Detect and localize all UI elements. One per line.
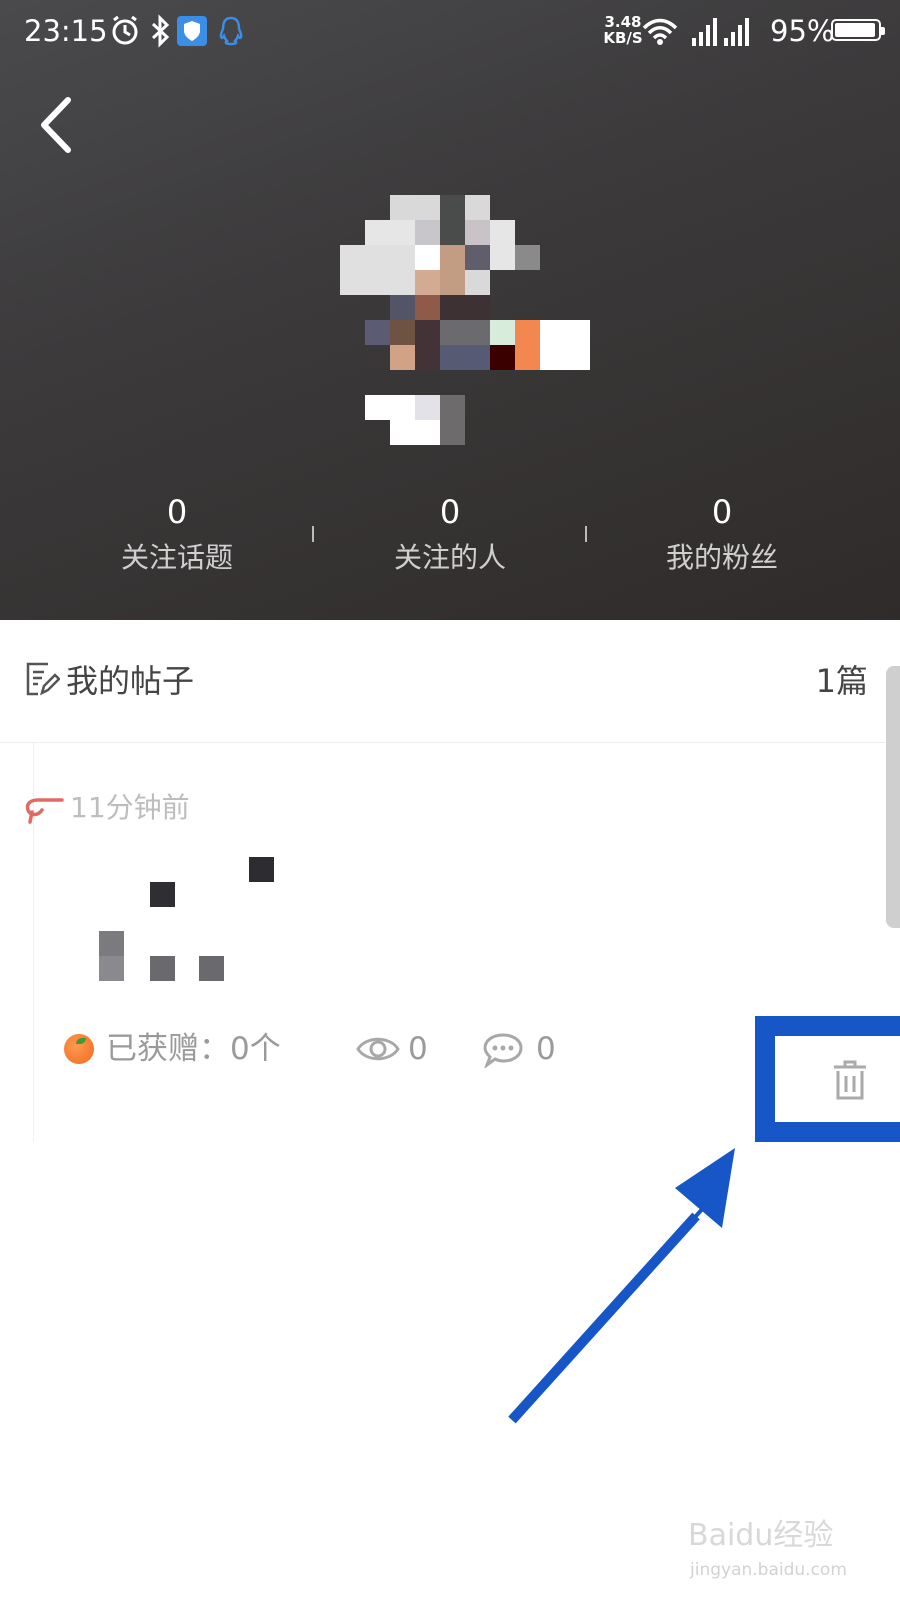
stat-value: 0 (711, 493, 733, 531)
stat-value: 0 (166, 493, 188, 531)
delete-post-button[interactable] (830, 1058, 870, 1102)
stat-divider (312, 526, 314, 542)
status-bar: 23:15 3.48 KB/S 95% (0, 0, 900, 66)
battery-tip (881, 27, 885, 35)
status-time: 23:15 (24, 14, 108, 48)
network-speed-value: 3.48 (604, 13, 642, 31)
edit-note-icon (26, 662, 60, 696)
watermark-url: jingyan.baidu.com (690, 1560, 847, 1580)
view-count-value: 0 (408, 1031, 428, 1067)
gift-label: 已获赠：0个 (106, 1031, 281, 1067)
network-speed-unit: KB/S (603, 29, 643, 47)
stat-label: 我的粉丝 (665, 541, 778, 574)
signal-icon (692, 18, 717, 46)
watermark-brand: Baidu经验 (688, 1518, 834, 1553)
timeline-marker-icon (25, 798, 64, 824)
bluetooth-icon (151, 14, 170, 48)
battery-level (835, 23, 875, 37)
profile-header: 23:15 3.48 KB/S 95% 0 关注话题 0 关注的人 0 我的粉丝 (0, 0, 900, 620)
stat-following[interactable]: 0 关注的人 (340, 490, 560, 580)
stat-divider (585, 526, 587, 542)
alarm-icon (112, 15, 138, 45)
my-posts-header[interactable]: 我的帖子 1篇 (0, 620, 900, 743)
battery-icon (831, 19, 885, 41)
delete-highlight-box (755, 1016, 900, 1142)
comment-count-value: 0 (536, 1031, 556, 1067)
avatar[interactable] (340, 195, 600, 445)
annotation-arrow-icon (508, 1148, 735, 1424)
trash-icon (834, 1060, 866, 1100)
qq-icon (219, 16, 243, 46)
stat-label: 关注话题 (120, 541, 233, 574)
orange-icon (64, 1034, 94, 1064)
wifi-icon (642, 18, 678, 45)
chevron-left-icon (41, 97, 71, 153)
battery-percent: 95% (770, 14, 835, 48)
signal-4g-icon (724, 18, 749, 46)
stat-value: 0 (439, 493, 461, 531)
comment-icon (483, 1033, 523, 1068)
stat-label: 关注的人 (393, 541, 506, 574)
my-posts-title: 我的帖子 (66, 662, 195, 700)
network-speed: 3.48 KB/S (601, 14, 645, 46)
posts-count: 1篇 (815, 662, 868, 700)
post-time: 11分钟前 (70, 791, 190, 824)
profile-stats: 0 关注话题 0 关注的人 0 我的粉丝 (0, 490, 900, 590)
stat-fans[interactable]: 0 我的粉丝 (612, 490, 832, 580)
back-button[interactable] (30, 90, 90, 160)
shield-icon (177, 16, 207, 46)
eye-icon (356, 1037, 400, 1061)
stat-followed-topics[interactable]: 0 关注话题 (67, 490, 287, 580)
